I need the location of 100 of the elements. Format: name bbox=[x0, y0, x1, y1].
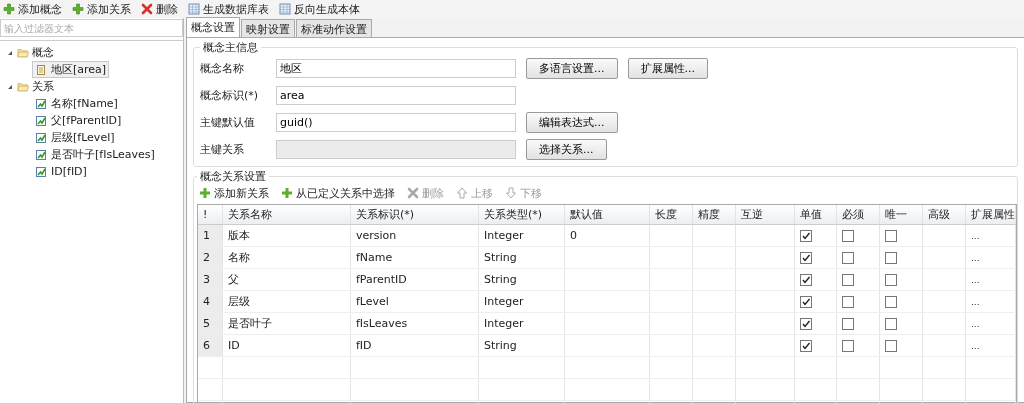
text-field[interactable]: guid() bbox=[276, 113, 516, 132]
column-header[interactable]: 长度 bbox=[650, 205, 693, 224]
checkbox[interactable] bbox=[885, 317, 897, 330]
ellipsis-button[interactable]: ... bbox=[971, 230, 980, 241]
filter-field[interactable]: 输入过滤器文本 bbox=[0, 19, 183, 37]
delete-icon bbox=[407, 187, 419, 199]
entity-icon bbox=[35, 63, 47, 76]
toolbar-button[interactable]: 从已定义关系中选择 bbox=[281, 185, 395, 201]
table-cell: Integer bbox=[479, 291, 565, 312]
dialog-button[interactable]: 编辑表达式... bbox=[526, 112, 618, 133]
row-number: 6 bbox=[198, 335, 223, 356]
tree-item[interactable]: 层级[fLevel] bbox=[32, 129, 118, 146]
checkbox[interactable] bbox=[800, 339, 812, 352]
ellipsis-button[interactable]: ... bbox=[971, 252, 980, 263]
column-header[interactable]: 关系名称 bbox=[223, 205, 351, 224]
table-cell: 层级 bbox=[223, 291, 351, 312]
table-cell: version bbox=[351, 225, 479, 246]
column-header[interactable]: 关系标识(*) bbox=[351, 205, 479, 224]
tree-item[interactable]: 名称[fName] bbox=[32, 95, 121, 112]
tab[interactable]: 概念设置 bbox=[186, 17, 240, 37]
field-label: 主键关系 bbox=[200, 142, 245, 157]
folder-icon bbox=[17, 80, 29, 93]
dialog-button[interactable]: 多语言设置... bbox=[526, 58, 618, 79]
toolbar-button[interactable]: 反向生成本体 bbox=[279, 1, 360, 17]
ellipsis-button[interactable]: ... bbox=[971, 318, 980, 329]
toolbar-button[interactable]: 添加关系 bbox=[72, 1, 131, 17]
table-cell: 父 bbox=[223, 269, 351, 290]
checkbox[interactable] bbox=[842, 339, 854, 352]
checkbox[interactable] bbox=[842, 251, 854, 264]
column-header[interactable]: 默认值 bbox=[565, 205, 650, 224]
checkbox[interactable] bbox=[842, 229, 854, 242]
table-cell: fName bbox=[351, 247, 479, 268]
table-cell: String bbox=[479, 335, 565, 356]
column-header[interactable]: 扩展属性 bbox=[966, 205, 1016, 224]
column-header[interactable]: ! bbox=[198, 205, 223, 224]
tree-item[interactable]: 是否叶子[fIsLeaves] bbox=[32, 146, 158, 163]
column-header[interactable]: 单值 bbox=[795, 205, 837, 224]
ellipsis-button[interactable]: ... bbox=[971, 296, 980, 307]
checkbox[interactable] bbox=[885, 339, 897, 352]
relation-icon bbox=[35, 131, 47, 144]
checkbox[interactable] bbox=[800, 229, 812, 242]
table-icon bbox=[188, 3, 200, 15]
tab[interactable]: 映射设置 bbox=[241, 19, 295, 37]
toolbar-button[interactable]: 添加概念 bbox=[3, 1, 62, 17]
relation-icon bbox=[35, 114, 47, 127]
tab[interactable]: 标准动作设置 bbox=[296, 19, 372, 37]
table-cell: fParentID bbox=[351, 269, 479, 290]
text-field[interactable]: area bbox=[276, 86, 516, 105]
table-icon bbox=[279, 3, 291, 15]
down-arrow-icon bbox=[505, 187, 517, 199]
checkbox[interactable] bbox=[800, 251, 812, 264]
field-label: 概念标识(*) bbox=[200, 88, 260, 103]
column-header[interactable]: 关系类型(*) bbox=[479, 205, 565, 224]
toolbar-button[interactable]: 添加新关系 bbox=[199, 185, 269, 201]
column-header[interactable]: 互逆 bbox=[736, 205, 795, 224]
toolbar-button[interactable]: 生成数据库表 bbox=[188, 1, 269, 17]
checkbox[interactable] bbox=[842, 317, 854, 330]
column-header[interactable]: 唯一 bbox=[880, 205, 923, 224]
tree-item[interactable]: 父[fParentID] bbox=[32, 112, 125, 129]
toolbar-button[interactable]: 删除 bbox=[141, 1, 178, 17]
checkbox[interactable] bbox=[800, 273, 812, 286]
add-icon bbox=[281, 187, 293, 199]
table-cell: 名称 bbox=[223, 247, 351, 268]
tree-item[interactable]: 概念 bbox=[32, 45, 54, 60]
add-icon bbox=[72, 3, 84, 15]
table-cell: fLevel bbox=[351, 291, 479, 312]
row-number: 1 bbox=[198, 225, 223, 246]
add-icon bbox=[199, 187, 211, 199]
checkbox[interactable] bbox=[885, 229, 897, 242]
ellipsis-button[interactable]: ... bbox=[971, 274, 980, 285]
checkbox[interactable] bbox=[800, 295, 812, 308]
table-cell: fID bbox=[351, 335, 479, 356]
tree-item[interactable]: ID[fID] bbox=[32, 163, 90, 180]
checkbox[interactable] bbox=[800, 317, 812, 330]
checkbox[interactable] bbox=[842, 295, 854, 308]
group-title: 概念主信息 bbox=[202, 40, 259, 55]
table-cell: fIsLeaves bbox=[351, 313, 479, 334]
folder-icon bbox=[17, 46, 29, 59]
field-label: 概念名称 bbox=[200, 61, 245, 76]
column-header[interactable]: 必须 bbox=[837, 205, 880, 224]
relation-icon bbox=[35, 165, 47, 178]
checkbox[interactable] bbox=[885, 251, 897, 264]
table-cell: 0 bbox=[570, 229, 577, 242]
checkbox[interactable] bbox=[885, 273, 897, 286]
table-cell: String bbox=[479, 247, 565, 268]
checkbox[interactable] bbox=[885, 295, 897, 308]
row-number: 3 bbox=[198, 269, 223, 290]
relation-icon bbox=[35, 148, 47, 161]
table-cell: String bbox=[479, 269, 565, 290]
tree-item[interactable]: 关系 bbox=[32, 79, 54, 94]
tree-item[interactable]: 地区[area] bbox=[32, 61, 110, 78]
column-header[interactable]: 高级 bbox=[923, 205, 966, 224]
ellipsis-button[interactable]: ... bbox=[971, 340, 980, 351]
checkbox[interactable] bbox=[842, 273, 854, 286]
table-cell: Integer bbox=[479, 225, 565, 246]
row-number: 4 bbox=[198, 291, 223, 312]
dialog-button[interactable]: 扩展属性... bbox=[627, 58, 708, 79]
text-field[interactable]: 地区 bbox=[276, 59, 516, 78]
column-header[interactable]: 精度 bbox=[693, 205, 736, 224]
table-cell: 版本 bbox=[223, 225, 351, 246]
